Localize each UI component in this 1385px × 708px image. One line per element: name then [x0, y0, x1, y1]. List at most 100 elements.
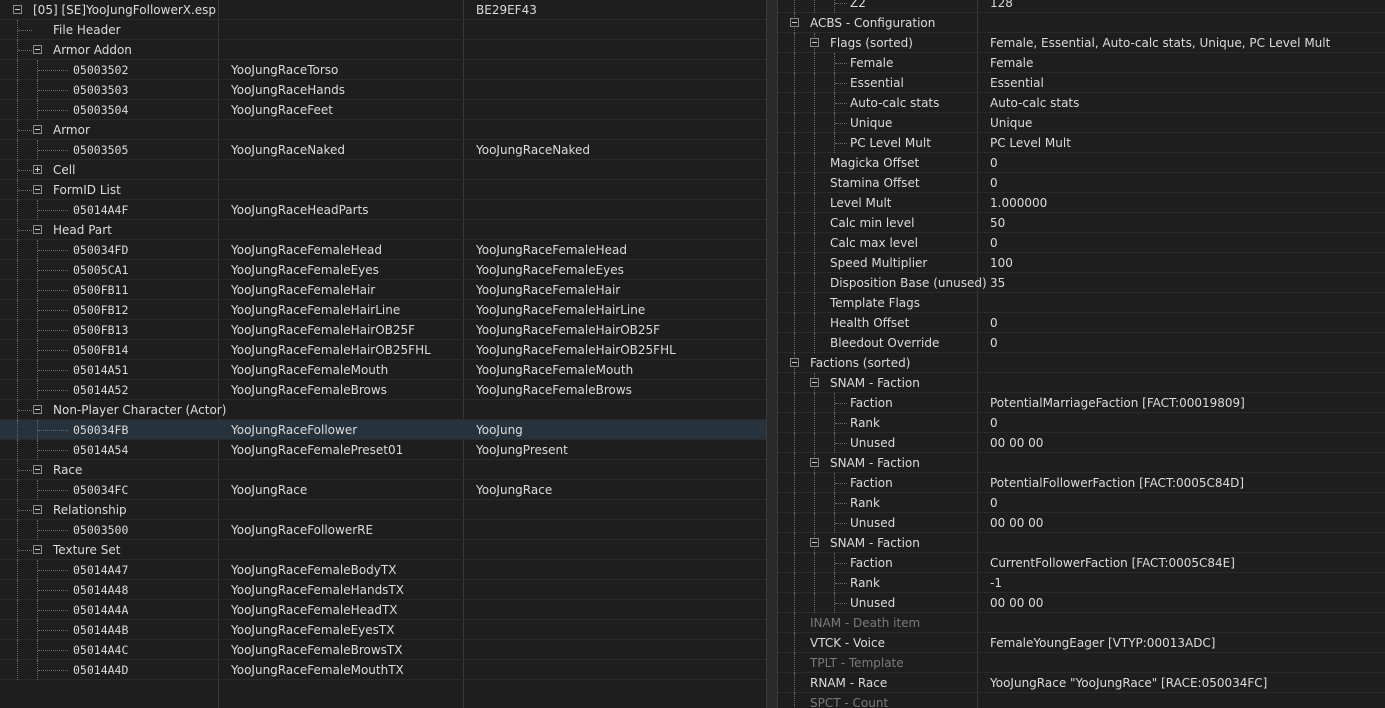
record-detail-pane[interactable]: Z2 128 ACBS - Configuration Flags (sorted) F…: [778, 0, 1385, 708]
field-row[interactable]: Bleedout Override 0: [778, 333, 1385, 353]
field-row[interactable]: Faction PotentialMarriageFaction [FACT:00…: [778, 393, 1385, 413]
collapse-icon[interactable]: [810, 538, 819, 547]
record-name: YooJungRaceFemaleHair: [476, 283, 621, 297]
collapse-icon[interactable]: [33, 505, 42, 514]
field-row[interactable]: Rank -1: [778, 573, 1385, 593]
field-row[interactable]: SNAM - Faction: [778, 373, 1385, 393]
record-row[interactable]: 05005CA1 YooJungRaceFemaleEyes YooJungRace…: [0, 260, 766, 280]
record-row[interactable]: 05003503 YooJungRaceHands: [0, 80, 766, 100]
collapse-icon[interactable]: [33, 45, 42, 54]
group-row[interactable]: Armor: [0, 120, 766, 140]
editor-id: YooJungRaceFemalePreset01: [231, 443, 404, 457]
editor-id: YooJungRaceFemaleEyes: [231, 263, 379, 277]
group-row[interactable]: Relationship: [0, 500, 766, 520]
field-row[interactable]: Level Mult 1.000000: [778, 193, 1385, 213]
field-row[interactable]: Calc max level 0: [778, 233, 1385, 253]
field-row[interactable]: SPCT - Count: [778, 693, 1385, 708]
record-row[interactable]: 05003500 YooJungRaceFollowerRE: [0, 520, 766, 540]
group-row[interactable]: Non-Player Character (Actor): [0, 400, 766, 420]
field-row[interactable]: Faction CurrentFollowerFaction [FACT:0005…: [778, 553, 1385, 573]
record-row[interactable]: 05014A4B YooJungRaceFemaleEyesTX: [0, 620, 766, 640]
field-row[interactable]: Unused 00 00 00: [778, 433, 1385, 453]
collapse-icon[interactable]: [13, 5, 22, 14]
collapse-icon[interactable]: [790, 358, 799, 367]
field-row[interactable]: Calc min level 50: [778, 213, 1385, 233]
record-row[interactable]: 0500FB13 YooJungRaceFemaleHairOB25F YooJun…: [0, 320, 766, 340]
collapse-icon[interactable]: [810, 378, 819, 387]
editor-id: YooJungRaceFemaleHairOB25FHL: [231, 343, 431, 357]
record-tree-pane[interactable]: [05] [SE]YooJungFollowerX.esp BE29EF43 F…: [0, 0, 766, 708]
tree-guide: [794, 613, 795, 633]
record-row[interactable]: 050034FC YooJungRace YooJungRace: [0, 480, 766, 500]
form-id: 05003500: [73, 523, 129, 537]
collapse-icon[interactable]: [810, 458, 819, 467]
field-row[interactable]: VTCK - Voice FemaleYoungEager [VTYP:00013…: [778, 633, 1385, 653]
field-row[interactable]: Factions (sorted): [778, 353, 1385, 373]
field-row[interactable]: Unused 00 00 00: [778, 593, 1385, 613]
group-row[interactable]: Armor Addon: [0, 40, 766, 60]
group-row[interactable]: File Header: [0, 20, 766, 40]
field-row[interactable]: Essential Essential: [778, 73, 1385, 93]
collapse-icon[interactable]: [33, 185, 42, 194]
group-row[interactable]: FormID List: [0, 180, 766, 200]
collapse-icon[interactable]: [33, 125, 42, 134]
field-row[interactable]: Auto-calc stats Auto-calc stats: [778, 93, 1385, 113]
group-row[interactable]: Race: [0, 460, 766, 480]
record-row[interactable]: 050034FD YooJungRaceFemaleHead YooJungRace…: [0, 240, 766, 260]
field-row[interactable]: SNAM - Faction: [778, 453, 1385, 473]
record-row[interactable]: 05014A52 YooJungRaceFemaleBrows YooJungRac…: [0, 380, 766, 400]
collapse-icon[interactable]: [33, 225, 42, 234]
record-row[interactable]: 05014A51 YooJungRaceFemaleMouth YooJungRac…: [0, 360, 766, 380]
field-row[interactable]: RNAM - Race YooJungRace "YooJungRace" [RA…: [778, 673, 1385, 693]
field-row[interactable]: Magicka Offset 0: [778, 153, 1385, 173]
record-row[interactable]: 0500FB14 YooJungRaceFemaleHairOB25FHL YooJ…: [0, 340, 766, 360]
field-row[interactable]: SNAM - Faction: [778, 533, 1385, 553]
field-row[interactable]: INAM - Death item: [778, 613, 1385, 633]
group-row[interactable]: Head Part: [0, 220, 766, 240]
record-row[interactable]: 05014A4C YooJungRaceFemaleBrowsTX: [0, 640, 766, 660]
record-row[interactable]: 05014A4D YooJungRaceFemaleMouthTX: [0, 660, 766, 680]
tree-guide: [38, 350, 68, 351]
field-row[interactable]: Z2 128: [778, 0, 1385, 13]
tree-guide: [18, 230, 32, 231]
field-row[interactable]: ACBS - Configuration: [778, 13, 1385, 33]
collapse-icon[interactable]: [33, 465, 42, 474]
field-row[interactable]: Speed Multiplier 100: [778, 253, 1385, 273]
record-row[interactable]: 0500FB11 YooJungRaceFemaleHair YooJungRace…: [0, 280, 766, 300]
record-row[interactable]: 05003505 YooJungRaceNaked YooJungRaceNaked: [0, 140, 766, 160]
record-row[interactable]: 05014A47 YooJungRaceFemaleBodyTX: [0, 560, 766, 580]
field-row[interactable]: Rank 0: [778, 413, 1385, 433]
record-row[interactable]: 05014A48 YooJungRaceFemaleHandsTX: [0, 580, 766, 600]
record-row[interactable]: 050034FB YooJungRaceFollower YooJung: [0, 420, 766, 440]
expand-icon[interactable]: [33, 165, 42, 174]
collapse-icon[interactable]: [33, 545, 42, 554]
group-row[interactable]: Texture Set: [0, 540, 766, 560]
record-row[interactable]: 05003504 YooJungRaceFeet: [0, 100, 766, 120]
pane-splitter[interactable]: [766, 0, 778, 708]
field-row[interactable]: Rank 0: [778, 493, 1385, 513]
plugin-header-row[interactable]: [05] [SE]YooJungFollowerX.esp BE29EF43: [0, 0, 766, 20]
record-row[interactable]: 05014A4A YooJungRaceFemaleHeadTX: [0, 600, 766, 620]
field-row[interactable]: Faction PotentialFollowerFaction [FACT:00…: [778, 473, 1385, 493]
field-row[interactable]: Flags (sorted) Female, Essential, Auto-ca…: [778, 33, 1385, 53]
field-row[interactable]: Health Offset 0: [778, 313, 1385, 333]
collapse-icon[interactable]: [810, 38, 819, 47]
group-row[interactable]: Cell: [0, 160, 766, 180]
record-row[interactable]: 05014A54 YooJungRaceFemalePreset01 YooJung…: [0, 440, 766, 460]
tree-guide: [38, 450, 68, 451]
field-row[interactable]: Template Flags: [778, 293, 1385, 313]
record-row[interactable]: 05003502 YooJungRaceTorso: [0, 60, 766, 80]
collapse-icon[interactable]: [33, 405, 42, 414]
field-row[interactable]: Unique Unique: [778, 113, 1385, 133]
field-row[interactable]: Stamina Offset 0: [778, 173, 1385, 193]
field-row[interactable]: PC Level Mult PC Level Mult: [778, 133, 1385, 153]
field-row[interactable]: Unused 00 00 00: [778, 513, 1385, 533]
field-row[interactable]: Disposition Base (unused) 35: [778, 273, 1385, 293]
field-label: Faction: [850, 556, 893, 570]
record-row[interactable]: 05014A4F YooJungRaceHeadParts: [0, 200, 766, 220]
field-row[interactable]: Female Female: [778, 53, 1385, 73]
form-id: 05014A4F: [73, 203, 129, 217]
collapse-icon[interactable]: [790, 18, 799, 27]
record-row[interactable]: 0500FB12 YooJungRaceFemaleHairLine YooJung…: [0, 300, 766, 320]
field-row[interactable]: TPLT - Template: [778, 653, 1385, 673]
